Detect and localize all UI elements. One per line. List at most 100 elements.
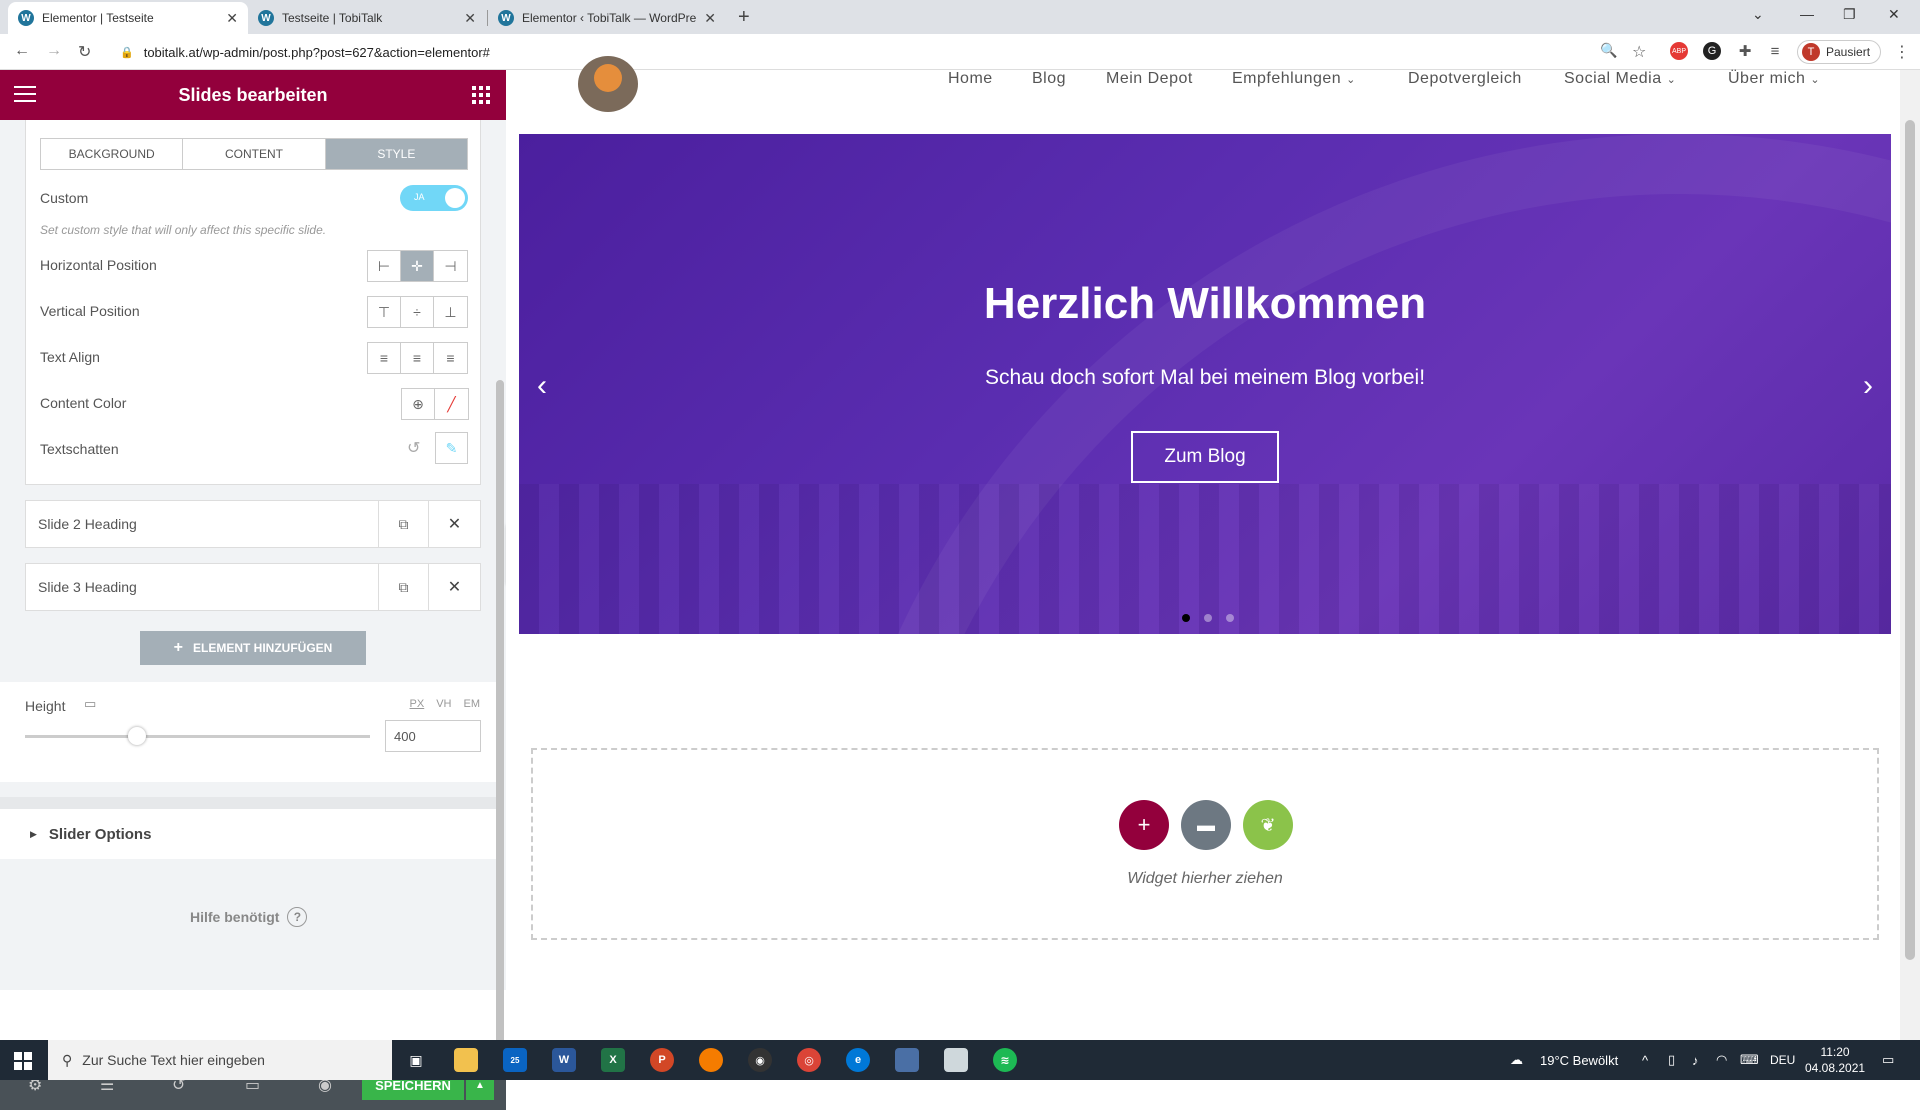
color-picker-empty-icon[interactable]: ╱ — [435, 389, 468, 419]
widget-drop-zone[interactable]: + ▬ ❦ Widget hierher ziehen — [531, 748, 1879, 940]
battery-icon[interactable]: ▯ — [1668, 1040, 1675, 1080]
edge-icon[interactable]: e — [846, 1048, 870, 1072]
slider-options-section[interactable]: ▶ Slider Options — [0, 809, 500, 859]
word-icon[interactable]: W — [552, 1048, 576, 1072]
language-indicator[interactable]: DEU — [1770, 1040, 1795, 1080]
maximize-icon[interactable]: ❐ — [1843, 6, 1856, 23]
widgets-grid-icon[interactable] — [472, 86, 490, 104]
file-explorer-icon[interactable] — [454, 1048, 478, 1072]
profile-button[interactable]: T Pausiert — [1797, 40, 1881, 64]
unit-vh[interactable]: VH — [436, 698, 451, 710]
task-view-icon[interactable]: ▣ — [404, 1048, 428, 1072]
add-section-plus-icon[interactable]: + — [1119, 800, 1169, 850]
unit-px[interactable]: PX — [410, 698, 425, 710]
browser-tab-elementor[interactable]: W Elementor | Testseite ✕ — [8, 2, 248, 34]
adblock-icon[interactable]: ABP — [1670, 42, 1688, 60]
preview-scrollbar[interactable] — [1900, 70, 1920, 1040]
nav-depotvergleich[interactable]: Depotvergleich — [1408, 70, 1522, 88]
desktop-device-icon[interactable]: ▭ — [84, 696, 96, 712]
align-right-icon[interactable]: ⊣ — [434, 251, 467, 281]
align-left-icon[interactable]: ⊢ — [368, 251, 401, 281]
tray-chevron-up-icon[interactable]: ^ — [1642, 1040, 1648, 1080]
notifications-icon[interactable]: ▭ — [1882, 1040, 1894, 1080]
clock[interactable]: 11:20 04.08.2021 — [1805, 1044, 1865, 1076]
notepad-icon[interactable] — [944, 1048, 968, 1072]
keyboard-icon[interactable]: ⌨ — [1740, 1040, 1759, 1080]
site-logo[interactable] — [578, 56, 638, 112]
global-color-icon[interactable]: ⊕ — [402, 389, 435, 419]
repeater-item-slide-3[interactable]: Slide 3 Heading ⧉ ✕ — [25, 563, 481, 611]
tab-background[interactable]: BACKGROUND — [41, 139, 184, 169]
zoom-icon[interactable]: 🔍 — [1600, 42, 1617, 59]
help-link[interactable]: Hilfe benötigt ? — [190, 907, 308, 927]
align-middle-icon[interactable]: ÷ — [401, 297, 434, 327]
nav-home[interactable]: Home — [948, 70, 993, 88]
excel-icon[interactable]: X — [601, 1048, 625, 1072]
tab-search-icon[interactable]: ⌄ — [1752, 6, 1764, 23]
reading-list-icon[interactable]: ≡ — [1766, 42, 1784, 60]
spotify-icon[interactable]: ≋ — [993, 1048, 1017, 1072]
browser-tab-testseite[interactable]: W Testseite | TobiTalk ✕ — [248, 2, 486, 34]
network-icon[interactable]: ◠ — [1716, 1040, 1727, 1080]
tab-content[interactable]: CONTENT — [183, 139, 326, 169]
close-tab-icon[interactable]: ✕ — [704, 10, 716, 27]
weather-text[interactable]: 19°C Bewölkt — [1540, 1040, 1618, 1080]
reload-icon[interactable]: ↻ — [78, 42, 91, 62]
nav-social-media[interactable]: Social Media ⌄ — [1564, 70, 1676, 88]
nav-mein-depot[interactable]: Mein Depot — [1106, 70, 1193, 88]
remove-icon[interactable]: ✕ — [428, 564, 480, 610]
envato-kit-leaf-icon[interactable]: ❦ — [1243, 800, 1293, 850]
add-element-button[interactable]: + ELEMENT HINZUFÜGEN — [140, 631, 366, 665]
taskbar-search[interactable]: ⚲ Zur Suche Text hier eingeben — [48, 1040, 392, 1080]
close-tab-icon[interactable]: ✕ — [464, 10, 476, 27]
back-icon[interactable]: ← — [14, 42, 30, 60]
slider-next-arrow-icon[interactable]: › — [1863, 369, 1873, 403]
template-library-folder-icon[interactable]: ▬ — [1181, 800, 1231, 850]
slider-dot[interactable] — [1226, 614, 1234, 622]
align-center-icon[interactable]: ✛ — [401, 251, 434, 281]
hero-cta-button[interactable]: Zum Blog — [1131, 431, 1279, 483]
windows-start-icon[interactable] — [14, 1052, 32, 1070]
nav-blog[interactable]: Blog — [1032, 70, 1066, 88]
panel-scrollbar[interactable] — [496, 380, 504, 1060]
bookmark-star-icon[interactable]: ☆ — [1632, 42, 1646, 62]
volume-icon[interactable]: ♪ — [1692, 1040, 1699, 1080]
extensions-puzzle-icon[interactable]: ✚ — [1736, 42, 1754, 60]
grammarly-icon[interactable]: G — [1703, 42, 1721, 60]
custom-toggle[interactable]: JA — [400, 185, 468, 211]
slider-dot[interactable] — [1204, 614, 1212, 622]
weather-cloud-icon[interactable]: ☁ — [1510, 1040, 1523, 1080]
height-slider-track[interactable] — [25, 735, 370, 738]
nav-ueber-mich[interactable]: Über mich ⌄ — [1728, 70, 1820, 88]
mail-icon[interactable]: 25 — [503, 1048, 527, 1072]
app-window-icon[interactable] — [895, 1048, 919, 1072]
browser-tab-wordpress[interactable]: W Elementor ‹ TobiTalk — WordPre ✕ — [488, 2, 726, 34]
repeater-item-slide-2[interactable]: Slide 2 Heading ⧉ ✕ — [25, 500, 481, 548]
align-bottom-icon[interactable]: ⊥ — [434, 297, 467, 327]
slider-prev-arrow-icon[interactable]: ‹ — [537, 369, 547, 403]
text-align-center-icon[interactable]: ≡ — [401, 343, 434, 373]
duplicate-icon[interactable]: ⧉ — [378, 564, 428, 610]
url-field[interactable]: 🔒 tobitalk.at/wp-admin/post.php?post=627… — [110, 39, 1610, 65]
powerpoint-icon[interactable]: P — [650, 1048, 674, 1072]
forward-icon[interactable]: → — [46, 42, 62, 60]
browser-menu-icon[interactable]: ⋮ — [1894, 42, 1910, 62]
tab-style[interactable]: STYLE — [325, 139, 467, 169]
hero-slider[interactable]: ‹ › Herzlich Willkommen Schau doch sofor… — [519, 134, 1891, 634]
height-slider-handle[interactable] — [128, 727, 146, 745]
duplicate-icon[interactable]: ⧉ — [378, 501, 428, 547]
reset-icon[interactable]: ↺ — [407, 438, 420, 458]
height-input[interactable]: 400 — [385, 720, 481, 752]
unit-em[interactable]: EM — [464, 698, 481, 710]
text-align-left-icon[interactable]: ≡ — [368, 343, 401, 373]
align-top-icon[interactable]: ⊤ — [368, 297, 401, 327]
minimize-icon[interactable]: — — [1800, 6, 1814, 22]
obs-icon[interactable]: ◉ — [748, 1048, 772, 1072]
close-window-icon[interactable]: ✕ — [1888, 6, 1900, 23]
remove-icon[interactable]: ✕ — [428, 501, 480, 547]
pencil-icon[interactable]: ✎ — [436, 433, 467, 463]
text-align-right-icon[interactable]: ≡ — [434, 343, 467, 373]
app-icon[interactable] — [699, 1048, 723, 1072]
slider-dot[interactable] — [1182, 614, 1190, 622]
hamburger-menu-icon[interactable] — [14, 86, 36, 104]
